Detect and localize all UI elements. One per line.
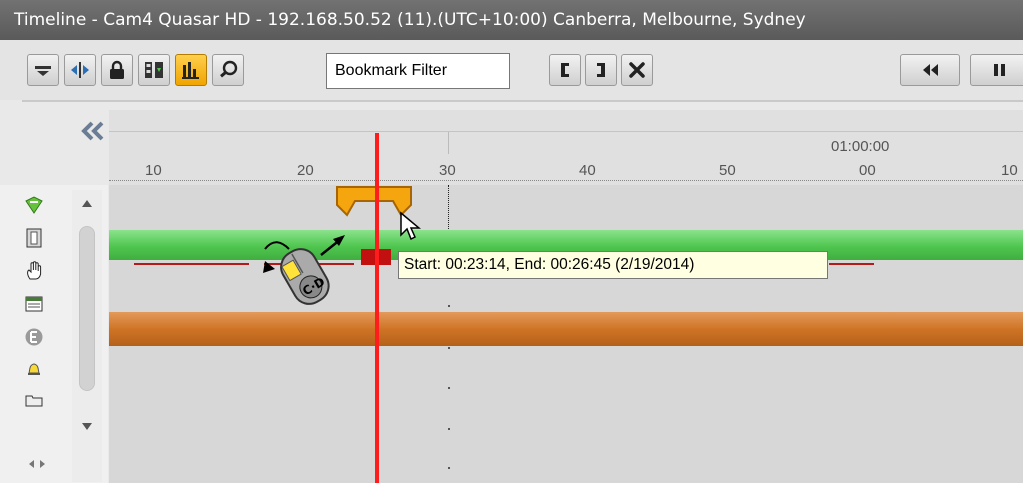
motion-track-bar[interactable] <box>109 312 1023 346</box>
toolbar: Bookmark Filter <box>0 40 1023 100</box>
pause-icon <box>994 64 1005 76</box>
ruler-top-line <box>109 131 1023 132</box>
folder-icon <box>25 395 43 407</box>
pause-button[interactable] <box>970 54 1023 86</box>
motion-marker-line <box>134 263 249 265</box>
scroll-down-arrow[interactable] <box>80 418 94 430</box>
mark-out-icon <box>597 63 605 77</box>
grid-view-icon <box>25 296 43 312</box>
rewind-icon <box>923 64 938 76</box>
grid-view-button[interactable] <box>24 294 44 314</box>
clear-marks-button[interactable] <box>621 54 653 86</box>
film-button[interactable] <box>24 228 44 248</box>
hour-mark-line <box>448 132 449 154</box>
hour-dot <box>448 305 450 307</box>
mark-in-icon <box>561 63 569 77</box>
chevron-down-icon <box>82 423 92 430</box>
vertical-scrollbar[interactable] <box>72 190 102 482</box>
bookmark-tooltip: Start: 00:23:14, End: 00:26:45 (2/19/201… <box>398 251 828 279</box>
menu-icon <box>35 66 51 76</box>
hour-label: 01:00:00 <box>831 138 890 155</box>
tick-label: 10 <box>145 162 162 179</box>
hour-dot <box>448 387 450 389</box>
window-title: Timeline - Cam4 Quasar HD - 192.168.50.5… <box>0 0 1023 40</box>
bookmark-filter-input[interactable]: Bookmark Filter <box>326 53 510 89</box>
menu-button[interactable] <box>27 54 59 86</box>
time-ruler[interactable]: 01:00:00 10 20 30 40 50 00 10 <box>81 110 1023 185</box>
horizontal-scroll-arrows[interactable] <box>26 456 48 470</box>
playhead-line[interactable] <box>375 133 379 483</box>
mouse-pointer-icon <box>400 211 422 241</box>
bookmark-add-icon <box>25 196 43 214</box>
export-button[interactable] <box>138 54 170 86</box>
ruler-dotted-line <box>109 180 1023 181</box>
collapse-button[interactable] <box>80 120 106 142</box>
clear-marks-icon <box>629 62 645 78</box>
hour-dot <box>448 467 450 469</box>
left-right-arrows-icon <box>29 460 45 468</box>
panel-divider <box>22 100 1023 102</box>
hand-pan-button[interactable] <box>24 261 44 281</box>
scroll-up-arrow[interactable] <box>80 194 94 207</box>
mark-out-button[interactable] <box>585 54 617 86</box>
film-icon <box>26 228 42 248</box>
tick-label: 00 <box>859 162 876 179</box>
search-map-button[interactable] <box>212 54 244 86</box>
alarm-bell-icon <box>28 363 40 375</box>
split-view-button[interactable] <box>64 54 96 86</box>
drag-mouse-indicator: C·D <box>259 227 359 312</box>
tick-label: 40 <box>579 162 596 179</box>
split-view-icon <box>71 62 89 78</box>
lock-button[interactable] <box>101 54 133 86</box>
tick-label: 30 <box>439 162 456 179</box>
double-chevron-left-icon <box>81 121 104 141</box>
hour-dot <box>448 428 450 430</box>
hand-pan-icon <box>27 261 42 280</box>
lock-icon <box>110 60 124 79</box>
bar-chart-icon <box>182 62 199 79</box>
statistics-button[interactable] <box>175 54 207 86</box>
bookmark-add-button[interactable] <box>24 195 44 215</box>
mouse-drag-cd-icon: C·D <box>263 235 345 305</box>
rewind-button[interactable] <box>900 54 960 86</box>
timeline-tracks[interactable]: C·D <box>109 185 1023 483</box>
scroll-thumb[interactable] <box>79 226 95 391</box>
tick-label: 20 <box>297 162 314 179</box>
tick-label: 10 <box>1001 162 1018 179</box>
mouse-pointer <box>399 211 422 243</box>
mark-in-button[interactable] <box>549 54 581 86</box>
search-map-icon <box>220 60 238 78</box>
e-badge-icon <box>25 328 43 346</box>
chevron-up-icon <box>82 200 92 207</box>
motion-marker-line <box>829 263 874 265</box>
tick-label: 50 <box>719 162 736 179</box>
export-icon <box>145 62 163 78</box>
folder-button[interactable] <box>24 390 44 410</box>
alarm-bell-button[interactable] <box>24 359 44 379</box>
e-badge-button[interactable] <box>24 327 44 347</box>
hour-dot <box>448 347 450 349</box>
